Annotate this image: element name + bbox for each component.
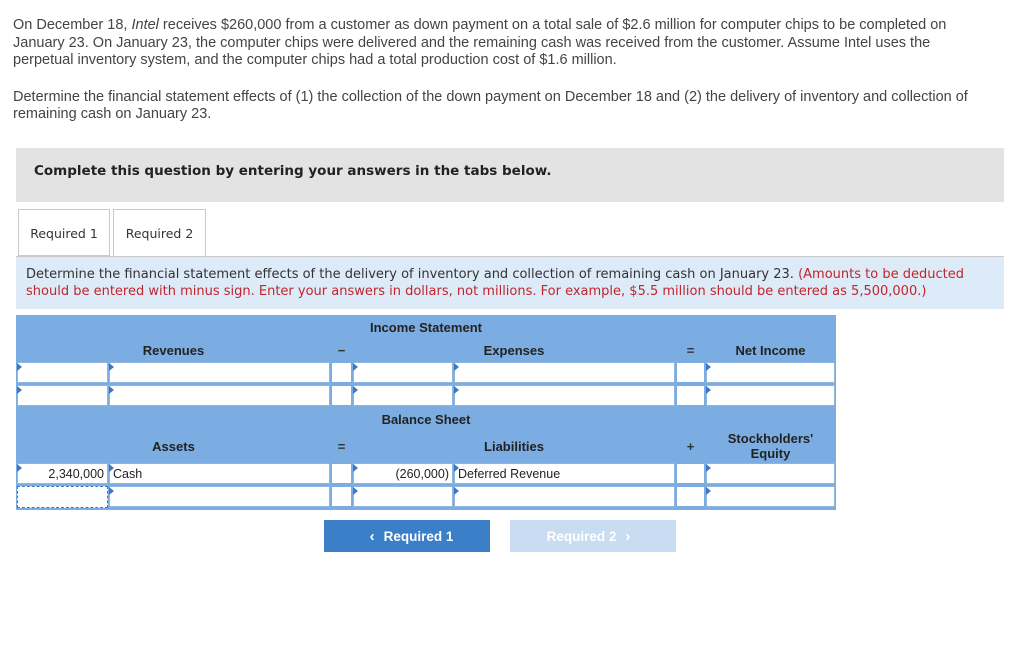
dropdown-flag-icon — [454, 464, 459, 472]
prev-button-label: Required 1 — [384, 529, 454, 544]
net-income-input-1[interactable] — [706, 362, 835, 383]
dropdown-flag-icon — [353, 487, 358, 495]
equity-input-2[interactable] — [706, 486, 835, 507]
chevron-right-icon: › — [625, 528, 630, 545]
question-paragraph-2: Determine the financial statement effect… — [13, 89, 973, 124]
asset-amount-input-2[interactable] — [17, 486, 108, 508]
plus-spacer-bs-1 — [676, 463, 705, 484]
plus-spacer-bs-2 — [676, 486, 705, 507]
minus-spacer-2 — [331, 385, 352, 406]
tab-instruction: Determine the financial statement effect… — [16, 257, 1004, 309]
dropdown-flag-icon — [353, 386, 358, 394]
dropdown-flag-icon — [109, 386, 114, 394]
revenue-amount-input-1[interactable] — [17, 362, 108, 383]
prev-required-button[interactable]: ‹ Required 1 — [324, 520, 490, 552]
effects-grid: Income Statement Revenues − Expenses = N… — [16, 315, 836, 510]
chevron-left-icon: ‹ — [370, 528, 375, 545]
equals-spacer-1 — [676, 362, 705, 383]
balance-sheet-header: Balance Sheet — [16, 408, 836, 430]
income-statement-header: Income Statement — [16, 315, 836, 339]
liabilities-header: Liabilities — [353, 431, 675, 461]
dropdown-flag-icon — [353, 363, 358, 371]
question-paragraph-1: On December 18, Intel receives $260,000 … — [13, 17, 973, 70]
dropdown-flag-icon — [454, 386, 459, 394]
dropdown-flag-icon — [109, 464, 114, 472]
company-name: Intel — [131, 17, 158, 33]
dropdown-flag-icon — [706, 487, 711, 495]
dropdown-flag-icon — [17, 386, 22, 394]
net-income-header: Net Income — [706, 339, 835, 361]
asset-account-select-1[interactable]: Cash — [109, 463, 330, 484]
minus-spacer-1 — [331, 362, 352, 383]
instruction-banner: Complete this question by entering your … — [16, 148, 1004, 202]
equals-sign: = — [676, 339, 705, 361]
net-income-input-2[interactable] — [706, 385, 835, 406]
revenue-account-select-1[interactable] — [109, 362, 330, 383]
banner-text: Complete this question by entering your … — [34, 163, 551, 179]
asset-amount-input-1[interactable]: 2,340,000 — [17, 463, 108, 484]
plus-sign: + — [676, 431, 705, 461]
asset-account-select-2[interactable] — [109, 486, 330, 507]
dropdown-flag-icon — [109, 487, 114, 495]
expense-account-select-2[interactable] — [454, 385, 675, 406]
tab-required-1[interactable]: Required 1 — [18, 209, 110, 256]
liability-amount-input-1[interactable]: (260,000) — [353, 463, 453, 484]
equals-spacer-2 — [676, 385, 705, 406]
dropdown-flag-icon — [706, 386, 711, 394]
dropdown-flag-icon — [454, 487, 459, 495]
question-text-a: On December 18, — [13, 17, 131, 33]
equals-sign-bs: = — [331, 431, 352, 461]
expense-amount-input-1[interactable] — [353, 362, 453, 383]
expense-amount-input-2[interactable] — [353, 385, 453, 406]
liability-account-select-1[interactable]: Deferred Revenue — [454, 463, 675, 484]
dropdown-flag-icon — [109, 363, 114, 371]
next-button-label: Required 2 — [547, 529, 617, 544]
revenue-account-select-2[interactable] — [109, 385, 330, 406]
dropdown-flag-icon — [706, 464, 711, 472]
equity-input-1[interactable] — [706, 463, 835, 484]
tab-required-2[interactable]: Required 2 — [113, 209, 206, 257]
assets-header: Assets — [17, 431, 330, 461]
instruction-text: Determine the financial statement effect… — [26, 267, 798, 282]
liability-account-select-2[interactable] — [454, 486, 675, 507]
revenue-amount-input-2[interactable] — [17, 385, 108, 406]
liability-amount-input-2[interactable] — [353, 486, 453, 507]
expense-account-select-1[interactable] — [454, 362, 675, 383]
equity-header: Stockholders' Equity — [706, 431, 835, 461]
equals-spacer-bs-2 — [331, 486, 352, 507]
dropdown-flag-icon — [17, 363, 22, 371]
dropdown-flag-icon — [706, 363, 711, 371]
next-required-button[interactable]: Required 2 › — [510, 520, 676, 552]
question-text: On December 18, Intel receives $260,000 … — [13, 17, 973, 124]
dropdown-flag-icon — [454, 363, 459, 371]
dropdown-flag-icon — [353, 464, 358, 472]
minus-sign: − — [331, 339, 352, 361]
dropdown-flag-icon — [17, 464, 22, 472]
equals-spacer-bs-1 — [331, 463, 352, 484]
expenses-header: Expenses — [353, 339, 675, 361]
revenues-header: Revenues — [17, 339, 330, 361]
